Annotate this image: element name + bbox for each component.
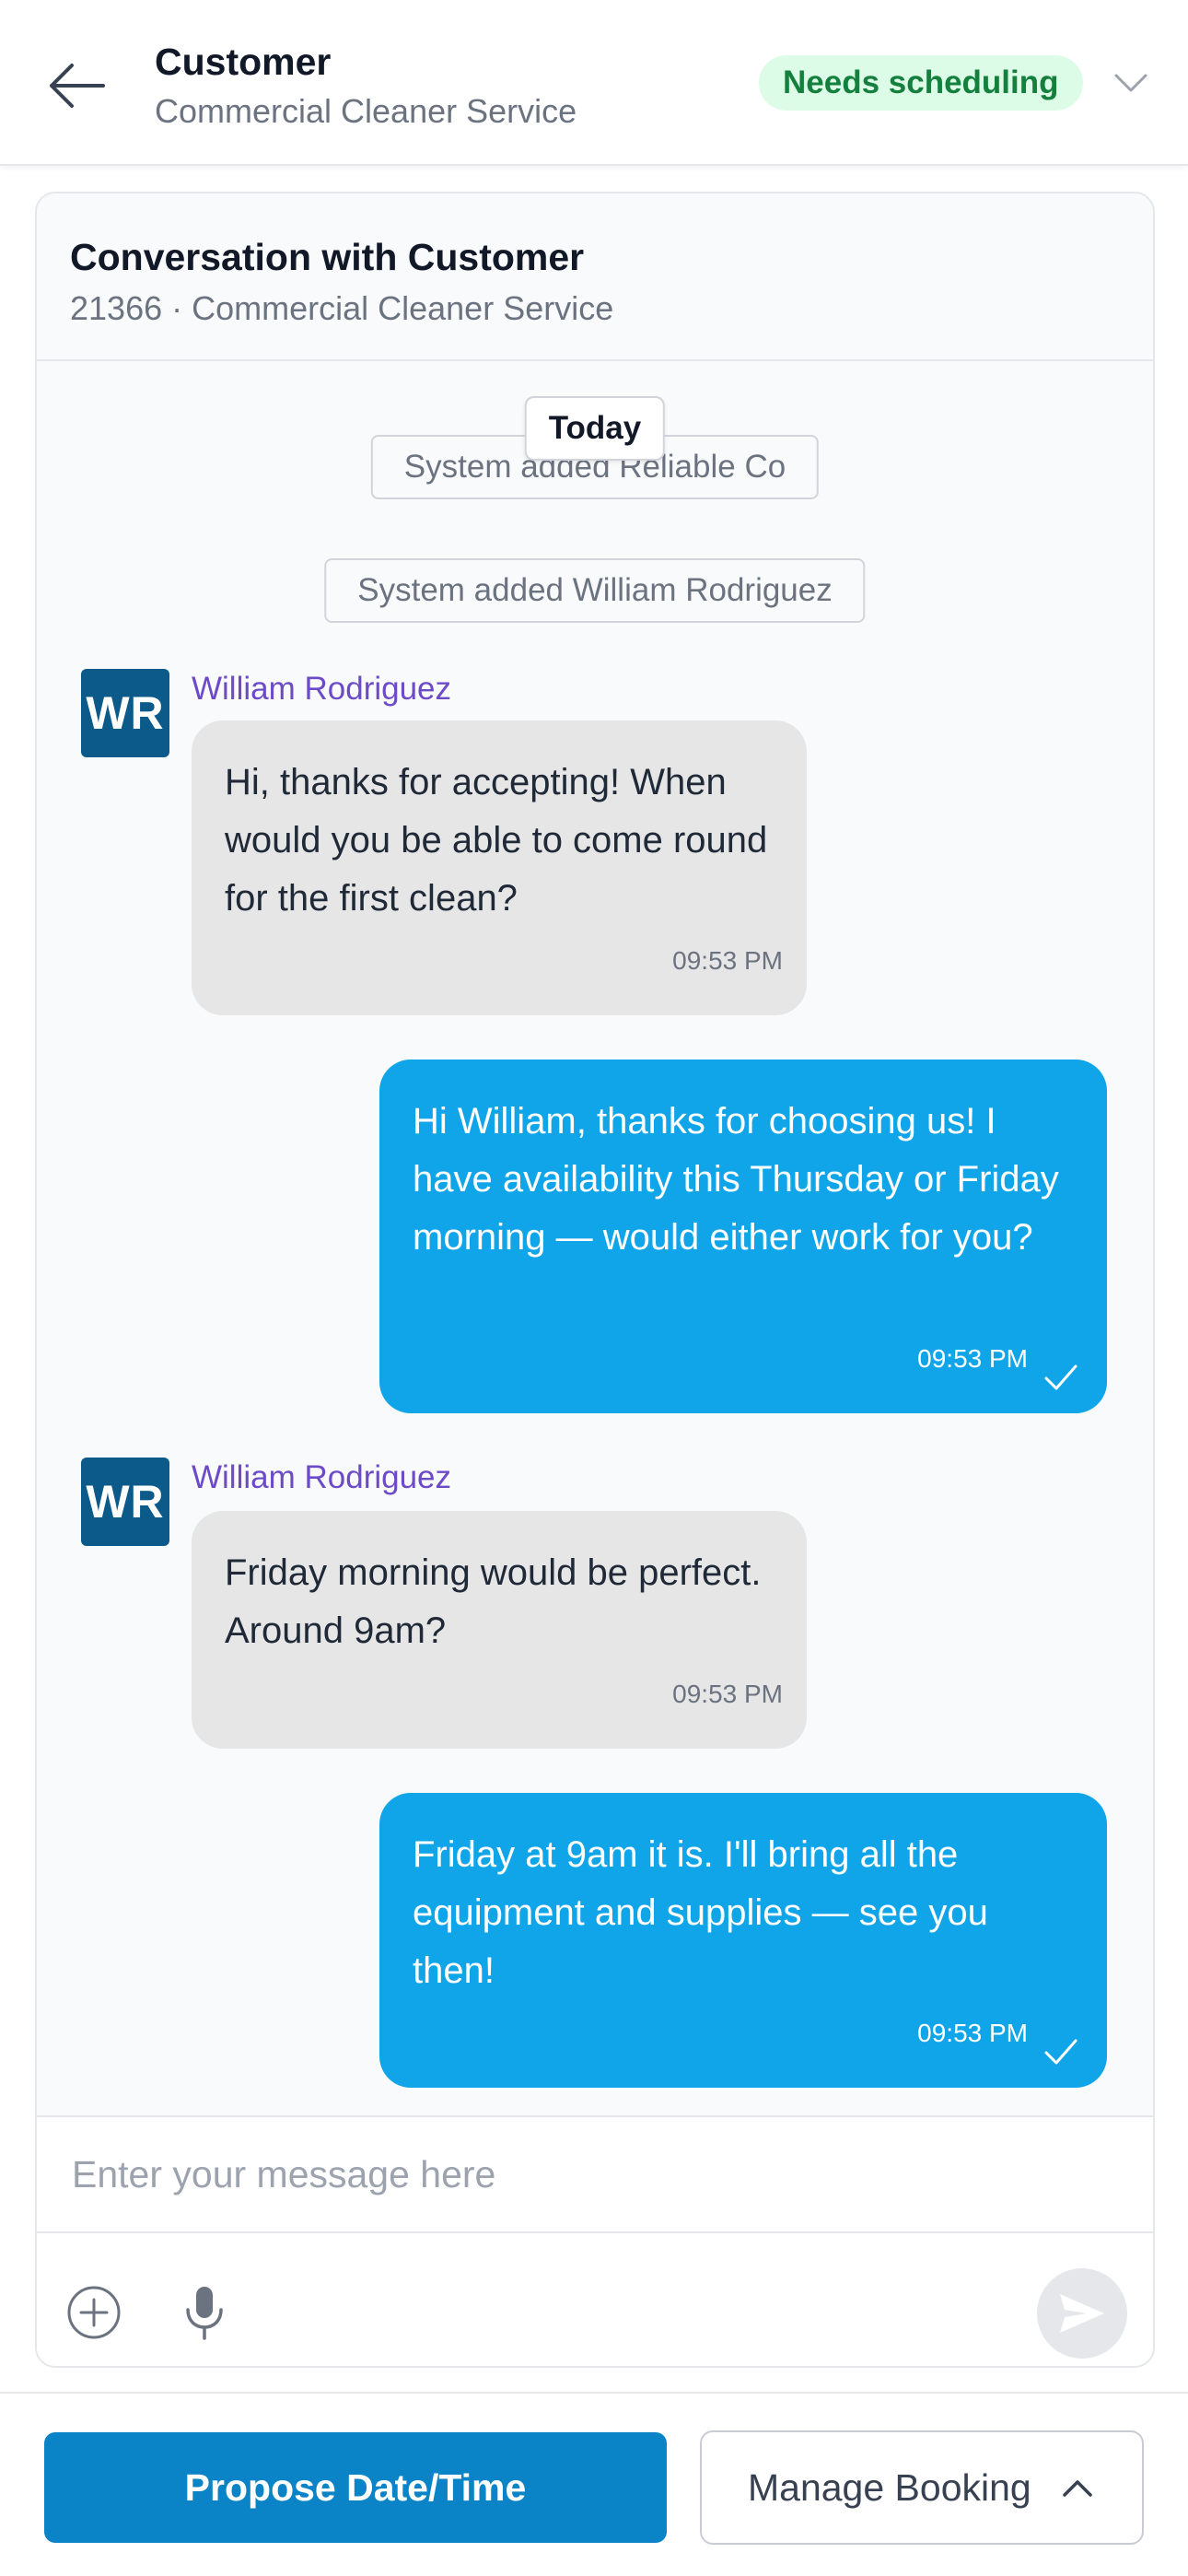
message-text: Friday morning would be perfect. Around … <box>225 1552 762 1651</box>
message-time: 09:53 PM <box>917 1344 1028 1373</box>
avatar: WR <box>81 669 169 757</box>
arrow-left-icon <box>50 64 105 108</box>
plus-circle-icon <box>67 2286 121 2339</box>
message-input[interactable] <box>37 2117 1153 2233</box>
avatar: WR <box>81 1458 169 1546</box>
attach-button[interactable] <box>57 2276 131 2349</box>
conversation-header: Conversation with Customer 21366 · Comme… <box>37 193 1153 361</box>
message-bubble-outgoing[interactable]: Friday at 9am it is. I'll bring all the … <box>379 1793 1107 2088</box>
system-event: System added William Rodriguez <box>324 558 866 623</box>
manage-booking-button[interactable]: Manage Booking <box>700 2430 1144 2545</box>
message-text: Hi, thanks for accepting! When would you… <box>225 762 768 919</box>
sender-name: William Rodriguez <box>192 671 452 707</box>
conversation-card: Conversation with Customer 21366 · Comme… <box>35 192 1155 2368</box>
message-text: Friday at 9am it is. I'll bring all the … <box>413 1834 988 1991</box>
message-text: Hi William, thanks for choosing us! I ha… <box>413 1101 1059 1258</box>
message-time: 09:53 PM <box>917 2019 1028 2047</box>
message-time: 09:53 PM <box>672 946 783 975</box>
propose-date-time-button[interactable]: Propose Date/Time <box>44 2432 667 2543</box>
voice-button[interactable] <box>168 2276 241 2349</box>
send-button[interactable] <box>1037 2268 1127 2359</box>
action-bar: Propose Date/Time Manage Booking <box>0 2392 1188 2576</box>
conversation-title: Conversation with Customer <box>70 236 585 278</box>
microphone-icon <box>186 2287 223 2340</box>
message-bubble-outgoing[interactable]: Hi William, thanks for choosing us! I ha… <box>379 1060 1107 1413</box>
message-bubble-incoming[interactable]: Hi, thanks for accepting! When would you… <box>192 720 807 1015</box>
page-subtitle: Commercial Cleaner Service <box>155 92 577 130</box>
chevron-down-icon[interactable] <box>1111 63 1151 103</box>
conversation-subtitle: 21366 · Commercial Cleaner Service <box>70 289 614 327</box>
message-bubble-incoming[interactable]: Friday morning would be perfect. Around … <box>192 1511 807 1749</box>
app-header: Customer Commercial Cleaner Service Need… <box>0 0 1188 166</box>
chevron-up-icon <box>1063 2480 1092 2497</box>
message-composer <box>37 2115 1153 2366</box>
read-check-icon <box>1044 1364 1077 1390</box>
day-separator: Today <box>524 396 666 461</box>
back-button[interactable] <box>37 46 116 125</box>
message-time: 09:53 PM <box>672 1680 783 1708</box>
page-title: Customer <box>155 41 332 83</box>
send-icon <box>1060 2294 1104 2333</box>
read-check-icon <box>1044 2039 1077 2065</box>
manage-booking-label: Manage Booking <box>748 2466 1031 2509</box>
sender-name: William Rodriguez <box>192 1459 452 1495</box>
status-badge: Needs scheduling <box>759 55 1083 111</box>
